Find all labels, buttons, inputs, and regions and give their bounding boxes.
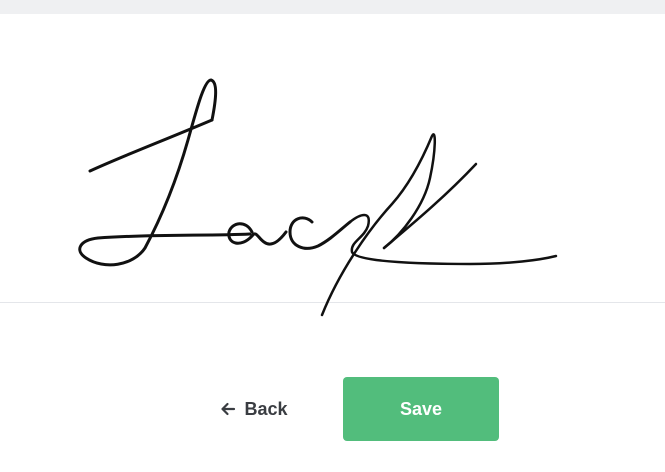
signature-pad[interactable]: [0, 14, 665, 317]
save-button[interactable]: Save: [343, 377, 499, 441]
arrow-left-icon: [221, 402, 236, 416]
signature-stroke-4: [288, 216, 352, 250]
signature-stroke-6: [320, 133, 436, 317]
signature-stroke-1: [88, 118, 214, 173]
back-button[interactable]: Back: [207, 389, 301, 429]
signature-strokes: [78, 78, 558, 317]
signature-stroke-5: [348, 213, 558, 266]
back-button-label: Back: [244, 398, 288, 419]
action-bar: Back Save: [0, 377, 665, 441]
signature-stroke-2: [78, 78, 252, 267]
